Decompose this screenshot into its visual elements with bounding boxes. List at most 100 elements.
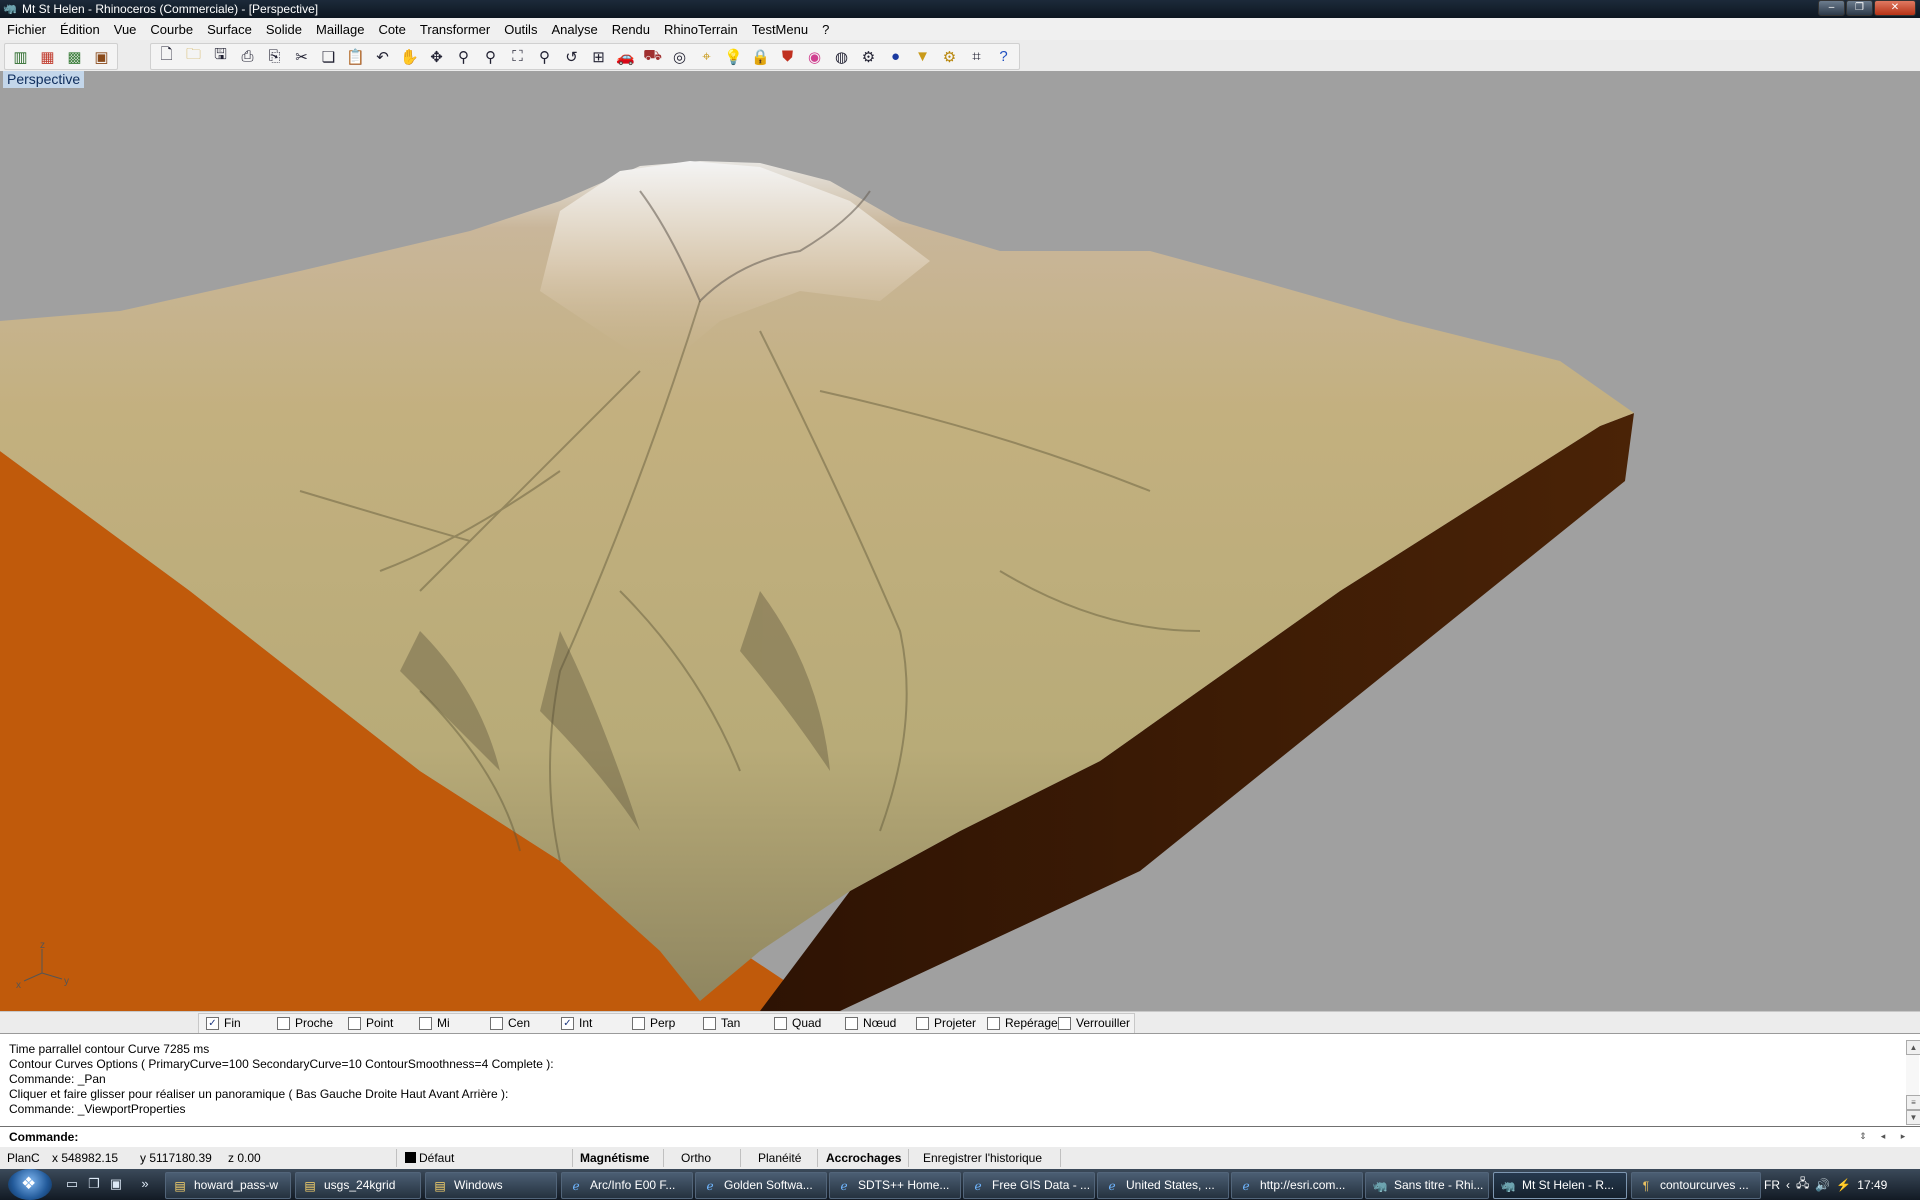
scroll-thumb[interactable]: ≡	[1906, 1095, 1920, 1110]
render-sphere-icon[interactable]: ●	[883, 45, 908, 68]
copy-icon[interactable]: ❏	[316, 45, 341, 68]
help-icon[interactable]: ?	[991, 45, 1016, 68]
osnap-proche[interactable]: Proche	[277, 1016, 333, 1030]
start-button[interactable]: ❖	[8, 1169, 52, 1200]
print-icon[interactable]: ⎙	[235, 45, 260, 68]
task-free-gis-data[interactable]: ℯ Free GIS Data - ...	[963, 1172, 1095, 1199]
osnap-mi-checkbox[interactable]	[419, 1016, 432, 1030]
undo-icon[interactable]: ↶	[370, 45, 395, 68]
osnap-fin[interactable]: ✓ Fin	[206, 1016, 241, 1030]
rhino-app-icon[interactable]: 🦏	[2, 2, 18, 16]
zoom-window-icon[interactable]: ⚲	[478, 45, 503, 68]
spin-icon[interactable]: ⇕	[1854, 1129, 1872, 1144]
osnap-mi[interactable]: Mi	[419, 1016, 450, 1030]
osnap-point-checkbox[interactable]	[348, 1016, 361, 1030]
osnap-point[interactable]: Point	[348, 1016, 393, 1030]
rotate-view-icon[interactable]: ✥	[424, 45, 449, 68]
task-sdts-home[interactable]: ℯ SDTS++ Home...	[829, 1172, 961, 1199]
task-golden-software[interactable]: ℯ Golden Softwa...	[695, 1172, 827, 1199]
menu-transformer[interactable]: Transformer	[413, 22, 497, 37]
osnap-quad[interactable]: Quad	[774, 1016, 821, 1030]
scroll-up-icon[interactable]: ▲	[1906, 1040, 1920, 1055]
history-forward-icon[interactable]: ▸	[1894, 1129, 1912, 1144]
show-desktop-icon[interactable]: ▭	[63, 1175, 81, 1193]
history-back-icon[interactable]: ◂	[1874, 1129, 1892, 1144]
scroll-track[interactable]	[1906, 1055, 1919, 1095]
command-history[interactable]: Time parrallel contour Curve 7285 ms Con…	[0, 1033, 1920, 1127]
settings-gear-icon[interactable]: ⚙	[937, 45, 962, 68]
car-icon[interactable]: 🚗	[613, 45, 638, 68]
osnap-int-checkbox[interactable]: ✓	[561, 1016, 574, 1030]
maximize-button[interactable]: ❐	[1846, 0, 1873, 16]
color-wheel-icon[interactable]: ◉	[802, 45, 827, 68]
zoom-extents-icon[interactable]: ⛶	[505, 45, 530, 68]
map-grid-icon[interactable]: ▩	[62, 45, 87, 68]
gear-sphere-icon[interactable]: ⚙	[856, 45, 881, 68]
lightbulb-icon[interactable]: 💡	[721, 45, 746, 68]
osnap-cen-checkbox[interactable]	[490, 1016, 503, 1030]
osnap-projeter[interactable]: Projeter	[916, 1016, 976, 1030]
circle-target-icon[interactable]: ◎	[667, 45, 692, 68]
menu-rhinoterrain[interactable]: RhinoTerrain	[657, 22, 745, 37]
pan-hand-icon[interactable]: ✋	[397, 45, 422, 68]
osnap-int[interactable]: ✓ Int	[561, 1016, 592, 1030]
osnap-noeud[interactable]: Nœud	[845, 1016, 896, 1030]
image-export-icon[interactable]: ▣	[89, 45, 114, 68]
osnap-quad-checkbox[interactable]	[774, 1016, 787, 1030]
menu-edition[interactable]: Édition	[53, 22, 107, 37]
osnap-tan[interactable]: Tan	[703, 1016, 740, 1030]
history-scrollbar[interactable]: ▲ ≡ ▼	[1906, 1040, 1920, 1125]
cone-light-icon[interactable]: ▼	[910, 45, 935, 68]
wireframe-sphere-icon[interactable]: ◍	[829, 45, 854, 68]
osnap-fin-checkbox[interactable]: ✓	[206, 1016, 219, 1030]
menu-solide[interactable]: Solide	[259, 22, 309, 37]
cut-icon[interactable]: ✂	[289, 45, 314, 68]
undo-view-icon[interactable]: ↺	[559, 45, 584, 68]
paste-icon[interactable]: 📋	[343, 45, 368, 68]
menu-surface[interactable]: Surface	[200, 22, 259, 37]
menu-rendu[interactable]: Rendu	[605, 22, 657, 37]
task-contourcurves[interactable]: ¶ contourcurves ...	[1631, 1172, 1761, 1199]
minimize-button[interactable]: –	[1818, 0, 1845, 16]
menu-analyse[interactable]: Analyse	[544, 22, 604, 37]
save-icon[interactable]: 🖫	[208, 45, 233, 68]
task-united-states[interactable]: ℯ United States, ...	[1097, 1172, 1229, 1199]
perspective-viewport[interactable]: Perspective z y x	[0, 71, 1920, 1011]
status-planeite[interactable]: Planéité	[758, 1151, 801, 1165]
lock-icon[interactable]: 🔒	[748, 45, 773, 68]
close-button[interactable]: ✕	[1874, 0, 1916, 16]
task-mt-st-helen[interactable]: 🦏 Mt St Helen - R...	[1493, 1172, 1627, 1199]
task-arcinfo[interactable]: ℯ Arc/Info E00 F...	[561, 1172, 693, 1199]
task-esri[interactable]: ℯ http://esri.com...	[1231, 1172, 1363, 1199]
task-howard-pass[interactable]: ▤ howard_pass-w	[165, 1172, 291, 1199]
import-icon[interactable]: ⎘	[262, 45, 287, 68]
osnap-verrouiller[interactable]: Verrouiller	[1058, 1016, 1130, 1030]
power-icon[interactable]: ⚡	[1836, 1178, 1851, 1192]
language-indicator[interactable]: FR	[1764, 1178, 1780, 1192]
menu-fichier[interactable]: Fichier	[0, 22, 53, 37]
tray-expand-icon[interactable]: ‹	[1786, 1178, 1790, 1192]
menu-cote[interactable]: Cote	[371, 22, 412, 37]
bar-chart-icon[interactable]: ▥	[8, 45, 33, 68]
osnap-verrouiller-checkbox[interactable]	[1058, 1016, 1071, 1030]
osnap-perp-checkbox[interactable]	[632, 1016, 645, 1030]
osnap-noeud-checkbox[interactable]	[845, 1016, 858, 1030]
four-viewports-icon[interactable]: ⊞	[586, 45, 611, 68]
volume-icon[interactable]: 🔊	[1815, 1178, 1830, 1192]
zoom-selected-icon[interactable]: ⚲	[532, 45, 557, 68]
status-ortho[interactable]: Ortho	[681, 1151, 711, 1165]
status-accrochages[interactable]: Accrochages	[826, 1151, 901, 1165]
menu-testmenu[interactable]: TestMenu	[745, 22, 815, 37]
menu-help[interactable]: ?	[815, 22, 836, 37]
osnap-cen[interactable]: Cen	[490, 1016, 530, 1030]
object-snap-icon[interactable]: ⌖	[694, 45, 719, 68]
osnap-tan-checkbox[interactable]	[703, 1016, 716, 1030]
task-usgs-24kgrid[interactable]: ▤ usgs_24kgrid	[295, 1172, 421, 1199]
osnap-projeter-checkbox[interactable]	[916, 1016, 929, 1030]
grid-tool-icon[interactable]: ⌗	[964, 45, 989, 68]
network-icon[interactable]: 🖧	[1796, 1174, 1809, 1195]
switch-windows-icon[interactable]: ❐	[85, 1175, 103, 1193]
menu-outils[interactable]: Outils	[497, 22, 544, 37]
status-cplane[interactable]: PlanC	[7, 1151, 40, 1165]
open-folder-icon[interactable]: 🗀	[181, 45, 206, 68]
